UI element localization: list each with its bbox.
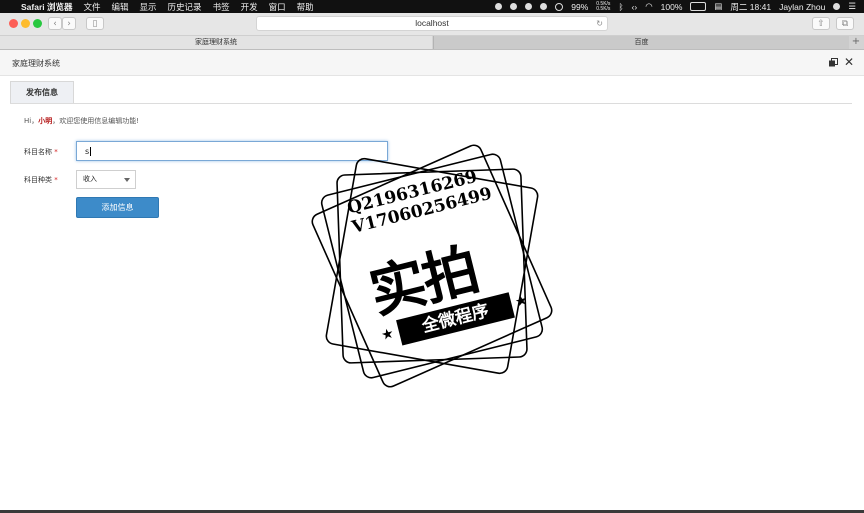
chevron-down-icon — [124, 178, 130, 182]
required-mark: * — [54, 176, 58, 184]
siri-icon[interactable] — [833, 3, 841, 10]
notification-center-icon[interactable]: ☰ — [848, 1, 856, 12]
user-name[interactable]: Jaylan Zhou — [779, 2, 825, 12]
battery-percent-small: 99% — [571, 1, 589, 12]
menu-bookmarks[interactable]: 书签 — [213, 1, 230, 13]
menu-window[interactable]: 窗口 — [269, 1, 286, 13]
minimize-window-button[interactable] — [21, 19, 30, 28]
circle-status-icon[interactable] — [555, 2, 564, 11]
subject-type-label: 科目种类 * — [24, 175, 58, 185]
star-icon: ★ — [379, 325, 396, 345]
menu-develop[interactable]: 开发 — [241, 1, 258, 13]
greeting: Hi，小明，欢迎您使用信息编辑功能! — [24, 116, 139, 126]
wechat-icon[interactable] — [540, 3, 548, 10]
add-info-button[interactable]: 添加信息 — [76, 197, 159, 218]
back-button[interactable]: ‹ — [48, 17, 62, 30]
subject-name-value: s — [85, 147, 90, 156]
clock[interactable]: 周二 18:41 — [730, 1, 771, 13]
menu-help[interactable]: 帮助 — [297, 1, 314, 13]
tab-baidu[interactable]: 百度 — [433, 36, 849, 49]
star-icon: ★ — [513, 292, 530, 311]
tab-publish-info[interactable]: 发布信息 — [10, 81, 74, 103]
tab-bar: 家庭理财系统 百度 + — [0, 36, 864, 50]
browser-toolbar: ‹ › ▯ localhost ↻ ⇧ ⧉ — [0, 13, 864, 36]
show-tabs-icon[interactable]: ⧉ — [836, 17, 854, 30]
tray-app-icon[interactable] — [510, 3, 518, 10]
tab-family-finance[interactable]: 家庭理财系统 — [0, 36, 432, 49]
net-down: 0.5K/s — [596, 5, 611, 12]
sidebar-toggle-icon[interactable]: ▯ — [86, 17, 104, 30]
address-text: localhost — [415, 18, 449, 28]
required-mark: * — [54, 148, 58, 156]
greeting-prefix: Hi， — [24, 117, 39, 125]
greeting-suffix: ，欢迎您使用信息编辑功能! — [52, 117, 140, 125]
restore-window-icon[interactable] — [829, 58, 838, 67]
qq-icon[interactable] — [525, 3, 533, 10]
forward-button[interactable]: › — [62, 17, 76, 30]
greeting-username: 小明 — [38, 117, 53, 125]
subject-type-select[interactable]: 收入 — [76, 170, 136, 189]
menu-view[interactable]: 显示 — [140, 1, 157, 13]
menu-app-name[interactable]: Safari 浏览器 — [21, 1, 73, 13]
watermark-stamp: Q2196316269 V17060256499 实拍 全微程序 ★ ★ — [306, 142, 558, 390]
share-icon[interactable]: ⇧ — [812, 17, 830, 30]
text-caret — [90, 147, 92, 156]
code-icon[interactable]: ‹› — [632, 2, 638, 12]
battery-percent: 100% — [660, 1, 683, 12]
menu-history[interactable]: 历史记录 — [168, 1, 202, 13]
subject-type-label-text: 科目种类 — [24, 176, 52, 184]
subject-name-label-text: 科目名称 — [24, 148, 52, 156]
close-icon[interactable]: ✕ — [844, 55, 854, 69]
battery-icon[interactable] — [690, 2, 707, 11]
close-window-button[interactable] — [9, 19, 18, 28]
wifi-icon[interactable]: ◠ — [645, 1, 652, 12]
record-icon[interactable] — [495, 3, 503, 10]
reload-icon[interactable]: ↻ — [596, 17, 603, 30]
zoom-window-button[interactable] — [33, 19, 42, 28]
subject-name-label: 科目名称 * — [24, 147, 58, 157]
menu-file[interactable]: 文件 — [84, 1, 101, 13]
menu-edit[interactable]: 编辑 — [112, 1, 129, 13]
network-speed: 0.5K/s 0.5K/s — [596, 1, 611, 12]
menubar: Safari 浏览器 文件 编辑 显示 历史记录 书签 开发 窗口 帮助 99%… — [0, 0, 864, 13]
page-header: 家庭理财系统 ✕ — [0, 50, 864, 76]
address-bar[interactable]: localhost ↻ — [256, 16, 608, 31]
bluetooth-icon[interactable]: ᛒ — [618, 2, 623, 12]
new-tab-icon[interactable]: + — [850, 36, 862, 49]
content-tab-strip: 发布信息 — [10, 81, 852, 104]
page-title: 家庭理财系统 — [12, 59, 60, 68]
subject-type-value: 收入 — [83, 175, 97, 183]
flag-icon[interactable]: ▤ — [714, 1, 722, 12]
